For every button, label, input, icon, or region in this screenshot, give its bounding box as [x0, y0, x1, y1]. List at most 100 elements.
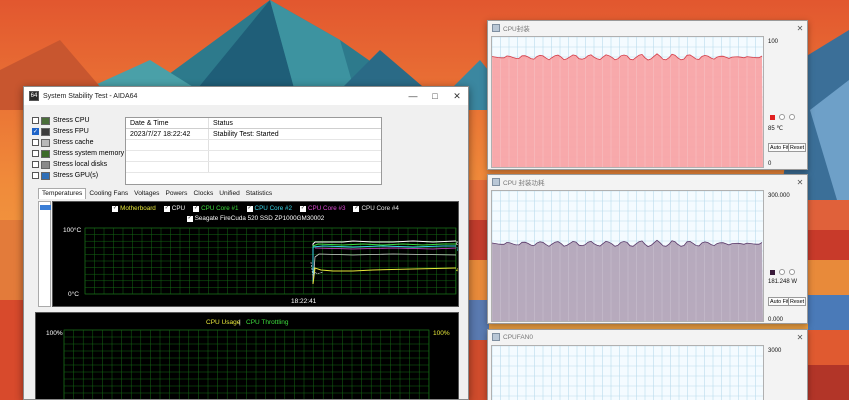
usage-legend-separator: | [239, 319, 241, 326]
stress-fpu-option[interactable]: ✓ Stress FPU [32, 126, 128, 137]
stress-cache-option[interactable]: Stress cache [32, 137, 128, 148]
sensor-window-icon [492, 178, 500, 186]
toggle-circle[interactable] [779, 114, 785, 120]
stress-cpu-option[interactable]: Stress CPU [32, 115, 128, 126]
maximize-button[interactable]: □ [424, 87, 446, 105]
cpu-fan-graph [491, 345, 764, 400]
date-time-header[interactable]: Date & Time [126, 118, 209, 128]
tab-powers[interactable]: Powers [162, 189, 190, 199]
stress-cpu-checkbox[interactable] [32, 117, 39, 124]
usage-right-top-label: 100% [433, 330, 450, 337]
aida64-logo-icon: 64 [29, 91, 39, 101]
status-header[interactable]: Status [209, 118, 381, 128]
sensor-tree[interactable] [38, 201, 51, 307]
vertical-scrollbar[interactable] [460, 105, 468, 399]
temp-series-motherboard [312, 267, 457, 285]
title-bar[interactable]: 64 System Stability Test - AIDA64 — □ ✕ [24, 87, 468, 105]
stress-disks-checkbox[interactable] [32, 161, 39, 168]
table-row[interactable]: 2023/7/27 18:22:42 Stability Test: Start… [126, 129, 381, 140]
toggle-circle[interactable] [779, 269, 785, 275]
series-color-swatch[interactable] [770, 270, 775, 275]
stress-fpu-label: Stress FPU [53, 128, 89, 135]
usage-legend-cpu-throttling: CPU Throttling [246, 319, 289, 326]
usage-grid [63, 329, 430, 399]
temp-series-core2 [312, 245, 456, 284]
stress-gpu-checkbox[interactable] [32, 172, 39, 179]
reset-button[interactable]: Reset [788, 143, 807, 152]
cpu-package-power-current: 181.248 W [768, 279, 798, 285]
table-row [126, 151, 381, 162]
tab-cooling-fans[interactable]: Cooling Fans [86, 189, 131, 199]
stress-memory-label: Stress system memory [53, 150, 125, 157]
sensor-window-icon [492, 24, 500, 32]
cpu-package-temp-graph [491, 36, 764, 168]
tab-unified[interactable]: Unified [216, 189, 243, 199]
toggle-circle[interactable] [789, 114, 795, 120]
row-status: Stability Test: Started [213, 130, 279, 138]
cpu-fan-titlebar[interactable]: CPUFAN0 ✕ [488, 330, 807, 344]
temp-series-core1 [312, 243, 456, 284]
stress-cache-label: Stress cache [53, 139, 94, 146]
graph-tabs: Temperatures Cooling Fans Voltages Power… [38, 188, 275, 199]
stress-fpu-checkbox[interactable]: ✓ [32, 128, 39, 135]
toggle-circle[interactable] [789, 269, 795, 275]
stress-gpu-label: Stress GPU(s) [53, 172, 99, 179]
stress-cache-checkbox[interactable] [32, 139, 39, 146]
cpu-package-power-title: CPU 封装功耗 [503, 180, 545, 187]
cpu-package-power-window: CPU 封装功耗 ✕ 300.000 181.248 W Auto Fit Re… [487, 174, 808, 324]
cpu-fan-plot [492, 346, 763, 400]
sensor-window-icon [492, 333, 500, 341]
cpu-package-temp-titlebar[interactable]: CPU封装 ✕ [488, 21, 807, 35]
minimize-button[interactable]: — [402, 87, 424, 105]
close-icon[interactable]: ✕ [793, 333, 807, 342]
stress-gpu-option[interactable]: Stress GPU(s) [32, 170, 128, 181]
usage-plot: CPU Usage | CPU Throttling 100% 100% [46, 319, 450, 399]
cpu-package-temp-window: CPU封装 ✕ 100 85 ℃ Auto Fit Reset 0 [487, 20, 808, 170]
window-title: System Stability Test - AIDA64 [43, 92, 138, 100]
stress-cpu-label: Stress CPU [53, 117, 90, 124]
usage-legend-cpu-usage: CPU Usage [206, 319, 241, 326]
cpu-package-power-graph [491, 190, 764, 322]
tab-temperatures[interactable]: Temperatures [38, 188, 87, 199]
memory-icon [41, 149, 50, 158]
cpu-fan-max: 3000 [768, 348, 782, 354]
cpu-package-temp-max: 100 [768, 39, 779, 45]
stress-disks-option[interactable]: Stress local disks [32, 159, 128, 170]
table-row [126, 140, 381, 151]
temp-y-top-label: 100°C [63, 226, 81, 234]
cpu-icon [41, 116, 50, 125]
close-button[interactable]: ✕ [446, 87, 468, 105]
stress-memory-option[interactable]: Stress system memory [32, 148, 128, 159]
close-icon[interactable]: ✕ [793, 178, 807, 187]
stress-disks-label: Stress local disks [53, 161, 108, 168]
temp-grid [84, 227, 457, 295]
row-date-time: 2023/7/27 18:22:42 [126, 129, 209, 139]
temp-value-76: 76 [456, 247, 458, 253]
fpu-icon [41, 127, 50, 136]
reset-button[interactable]: Reset [788, 297, 807, 306]
series-area [492, 53, 763, 167]
disk-icon [41, 160, 50, 169]
temp-time-label: 18:22:41 [291, 298, 317, 305]
cache-icon [41, 138, 50, 147]
tab-statistics[interactable]: Statistics [243, 189, 275, 199]
series-color-swatch[interactable] [770, 115, 775, 120]
cpu-usage-graph: CPU Usage | CPU Throttling 100% 100% [35, 312, 459, 399]
tab-clocks[interactable]: Clocks [190, 189, 216, 199]
cpu-package-power-max: 300.000 [768, 193, 790, 199]
stability-test-window: 64 System Stability Test - AIDA64 — □ ✕ … [23, 86, 469, 400]
gpu-icon [41, 171, 50, 180]
cpu-package-power-titlebar[interactable]: CPU 封装功耗 ✕ [488, 175, 807, 189]
cpu-package-power-min: 0.000 [768, 317, 784, 323]
usage-left-top-label: 100% [46, 330, 63, 337]
temp-series-core3 [314, 247, 457, 250]
temperature-graph: ✓ Motherboard ✓ CPU ✓ CPU Core #1 ✓ CPU Core… [52, 201, 459, 307]
stress-memory-checkbox[interactable] [32, 150, 39, 157]
stress-options: Stress CPU ✓ Stress FPU Stress cache Str… [32, 115, 128, 181]
cpu-package-power-plot [492, 191, 763, 321]
status-table-header: Date & Time Status [126, 118, 381, 129]
tab-voltages[interactable]: Voltages [131, 189, 162, 199]
cpu-fan-title: CPUFAN0 [503, 333, 533, 341]
close-icon[interactable]: ✕ [793, 24, 807, 33]
cpu-fan-window: CPUFAN0 ✕ 3000 [487, 329, 808, 400]
